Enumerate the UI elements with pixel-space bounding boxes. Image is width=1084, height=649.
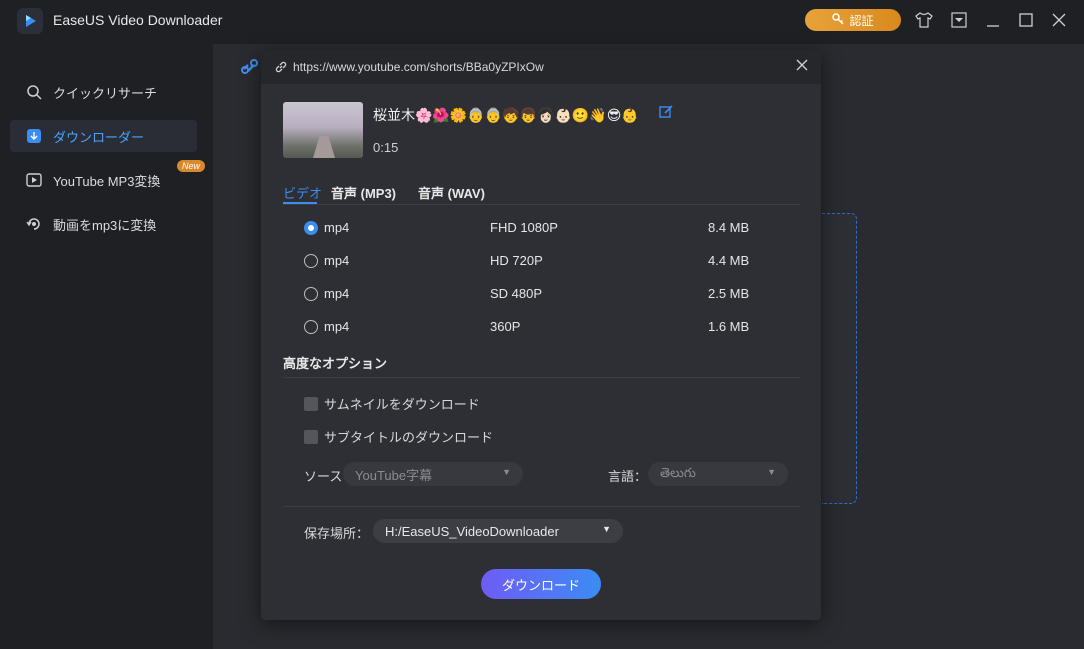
format-name: mp4 [324,220,350,235]
maximize-icon[interactable] [1016,10,1036,30]
download-icon [25,127,43,145]
format-row[interactable]: mp4 HD 720P 4.4 MB [283,251,800,271]
tab-underline [283,202,317,204]
save-location-select[interactable]: H:/EaseUS_VideoDownloader ▼ [373,519,623,543]
close-window-icon[interactable] [1049,10,1069,30]
format-resolution: HD 720P [490,253,543,268]
format-size: 2.5 MB [708,286,750,301]
tab-mp3[interactable]: 音声 (MP3) [331,183,396,202]
tab-wav[interactable]: 音声 (WAV) [418,183,485,202]
save-location-label: 保存場所： [304,526,370,541]
chevron-down-icon: ▼ [502,467,511,477]
radio-button[interactable] [304,287,318,301]
key-icon [832,12,845,28]
checkbox[interactable] [304,429,318,444]
advanced-options-title: 高度なオプション [283,356,388,371]
checkbox[interactable] [304,396,318,411]
app-logo [17,8,43,34]
chevron-down-icon: ▼ [602,524,611,534]
new-badge: New [177,160,206,172]
chevron-down-icon: ▼ [767,467,776,477]
video-thumbnail [283,102,363,158]
radio-selected[interactable] [304,221,318,235]
skin-icon[interactable] [914,10,934,30]
source-label: ソース [304,469,343,484]
divider [283,377,800,378]
save-path: H:/EaseUS_VideoDownloader [385,523,559,539]
link-icon [275,60,287,78]
sidebar: クイックリサーチ ダウンローダー YouTube MP3変換 New 動画をmp… [0,42,213,649]
language-value: తెలుగు [660,464,696,480]
link-logo-icon [240,57,260,82]
dialog-header: https://www.youtube.com/shorts/BBa0yZPIx… [261,50,821,84]
drop-card [822,213,857,504]
format-name: mp4 [324,253,350,268]
video-title: 桜並木🌸🌺🌼👵👵🧒👦👩🏻👶🏻🙂👋😎👶 [373,107,639,123]
sidebar-item-label: 動画をmp3に変換 [53,217,157,233]
format-tabs: ビデオ 音声 (MP3) 音声 (WAV) [283,180,800,205]
format-resolution: SD 480P [490,286,543,301]
format-size: 8.4 MB [708,220,750,235]
source-select[interactable]: YouTube字幕 ▼ [343,462,523,486]
tab-video[interactable]: ビデオ [283,183,322,202]
radio-button[interactable] [304,254,318,268]
title-bar: EaseUS Video Downloader 認証 [0,0,1084,42]
sidebar-item-label: ダウンローダー [53,129,145,145]
auth-button[interactable]: 認証 [805,9,901,31]
format-row[interactable]: mp4 360P 1.6 MB [283,317,800,337]
checkbox-label: サムネイルをダウンロード [324,397,480,412]
edit-icon[interactable] [659,105,673,122]
format-row[interactable]: mp4 SD 480P 2.5 MB [283,284,800,304]
checkbox-label: サブタイトルのダウンロード [324,430,494,445]
format-size: 4.4 MB [708,253,750,268]
sidebar-item-video-to-mp3[interactable]: 動画をmp3に変換 [10,208,197,240]
divider [283,506,800,507]
thumbnail-option[interactable]: サムネイルをダウンロード [304,394,480,413]
play-icon [25,171,43,189]
sidebar-item-label: YouTube MP3変換 [53,173,161,189]
download-dialog: https://www.youtube.com/shorts/BBa0yZPIx… [261,50,821,620]
subtitle-option[interactable]: サブタイトルのダウンロード [304,427,493,446]
radio-button[interactable] [304,320,318,334]
video-duration: 0:15 [373,140,399,155]
app-title: EaseUS Video Downloader [53,12,223,28]
format-resolution: FHD 1080P [490,220,558,235]
format-name: mp4 [324,319,350,334]
convert-icon [25,215,43,233]
close-icon[interactable] [795,58,809,77]
language-select[interactable]: తెలుగు ▼ [648,462,788,486]
format-resolution: 360P [490,319,521,334]
menu-dropdown-icon[interactable] [949,10,969,30]
download-button[interactable]: ダウンロード [481,569,601,599]
search-icon [25,83,43,101]
format-name: mp4 [324,286,350,301]
format-size: 1.6 MB [708,319,750,334]
sidebar-item-youtube-mp3[interactable]: YouTube MP3変換 New [10,160,206,196]
source-value: YouTube字幕 [355,467,433,483]
format-row[interactable]: mp4 FHD 1080P 8.4 MB [283,218,800,238]
sidebar-item-downloader[interactable]: ダウンローダー [10,120,197,152]
auth-label: 認証 [849,13,874,28]
video-url: https://www.youtube.com/shorts/BBa0yZPIx… [293,60,544,74]
sidebar-item-label: クイックリサーチ [53,85,158,101]
minimize-icon[interactable] [983,10,1003,30]
sidebar-item-quick-search[interactable]: クイックリサーチ [10,76,197,108]
language-label: 言語： [608,469,648,484]
